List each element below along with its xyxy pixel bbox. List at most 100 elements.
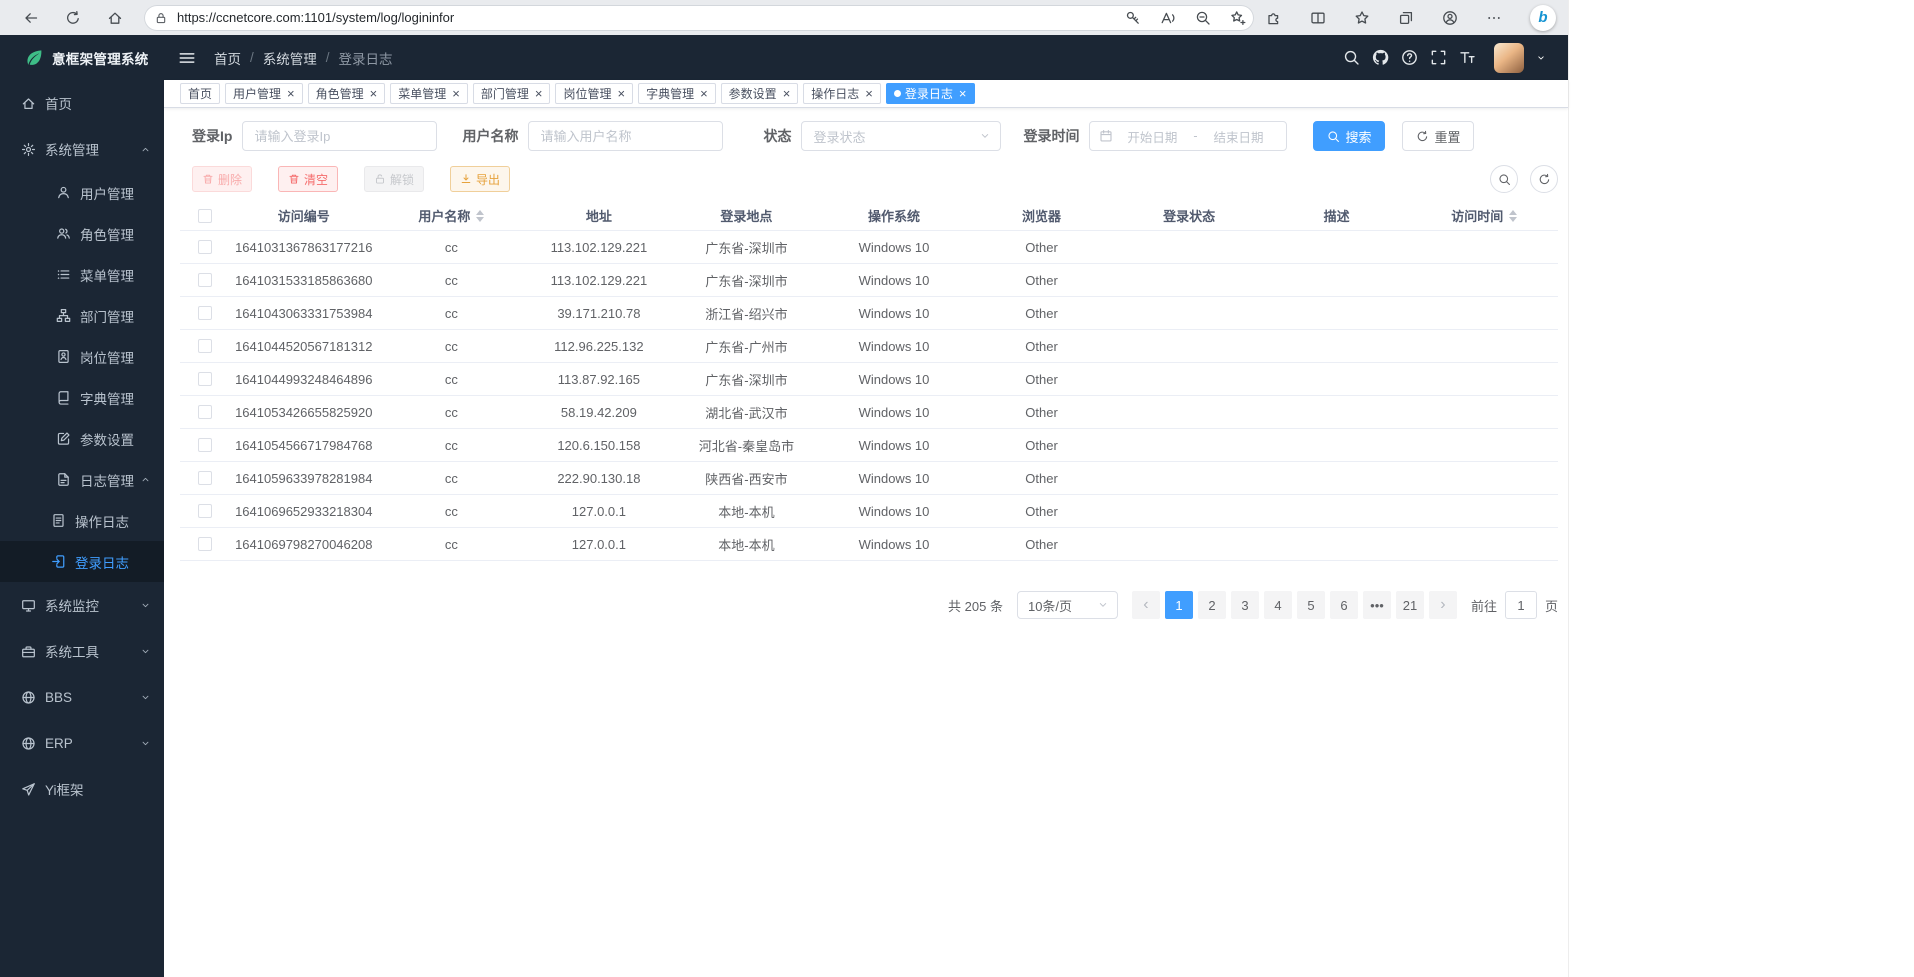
row-checkbox[interactable] [198,504,212,518]
add-favorite-icon[interactable] [1230,10,1246,26]
prev-page-button[interactable]: ‹ [1132,591,1160,619]
sidebar-item-home[interactable]: 首页 [0,80,164,126]
close-icon[interactable]: × [617,87,625,100]
unlock-button[interactable]: 解锁 [364,166,424,192]
user-name-input[interactable] [528,121,723,151]
hamburger-icon[interactable] [178,49,196,67]
sidebar-item-yi-framework[interactable]: Yi框架 [0,766,164,812]
breadcrumb-item[interactable]: 首页 [214,48,241,68]
tab-login-log[interactable]: 登录日志× [886,83,975,104]
status-select[interactable]: 登录状态 [801,121,1001,151]
sidebar-item-log-management[interactable]: 日志管理 [0,459,164,500]
zoom-out-icon[interactable] [1195,10,1211,26]
row-checkbox[interactable] [198,240,212,254]
tab-menu-management[interactable]: 菜单管理× [390,83,468,104]
sidebar-item-system-management[interactable]: 系统管理 [0,126,164,172]
sidebar-item-post-management[interactable]: 岗位管理 [0,336,164,377]
row-checkbox[interactable] [198,405,212,419]
sidebar-item-bbs[interactable]: BBS [0,674,164,720]
tab-home[interactable]: 首页 [180,83,220,104]
page-button[interactable]: 3 [1231,591,1259,619]
search-button[interactable]: 搜索 [1313,121,1385,151]
app-logo[interactable]: 意框架管理系统 [0,35,164,80]
sidebar-item-role-management[interactable]: 角色管理 [0,213,164,254]
tab-department-management[interactable]: 部门管理× [473,83,551,104]
page-button[interactable]: 4 [1264,591,1292,619]
back-icon[interactable] [23,10,39,26]
page-button[interactable]: 21 [1396,591,1424,619]
date-range-picker[interactable]: 开始日期 - 结束日期 [1089,121,1287,151]
close-icon[interactable]: × [452,87,460,100]
tab-parameter-settings[interactable]: 参数设置× [721,83,799,104]
split-screen-icon[interactable] [1310,10,1326,26]
read-aloud-icon[interactable] [1160,10,1176,26]
close-icon[interactable]: × [370,87,378,100]
collections-icon[interactable] [1398,10,1414,26]
row-checkbox[interactable] [198,339,212,353]
page-button[interactable]: 2 [1198,591,1226,619]
page-button[interactable]: 6 [1330,591,1358,619]
row-checkbox[interactable] [198,372,212,386]
breadcrumb-item[interactable]: 系统管理 [263,48,317,68]
login-ip-input[interactable] [242,121,437,151]
close-icon[interactable]: × [959,87,967,100]
sidebar-item-erp[interactable]: ERP [0,720,164,766]
row-checkbox[interactable] [198,306,212,320]
reset-button[interactable]: 重置 [1402,121,1474,151]
user-avatar[interactable] [1494,43,1524,73]
sidebar-item-system-monitor[interactable]: 系统监控 [0,582,164,628]
search-icon[interactable] [1343,49,1360,66]
row-checkbox[interactable] [198,537,212,551]
delete-button[interactable]: 删除 [192,166,252,192]
sidebar-item-user-management[interactable]: 用户管理 [0,172,164,213]
select-all-checkbox[interactable] [198,209,212,223]
extensions-icon[interactable] [1266,10,1282,26]
row-checkbox[interactable] [198,471,212,485]
close-icon[interactable]: × [865,87,873,100]
reload-icon[interactable] [65,10,81,26]
github-icon[interactable] [1372,49,1389,66]
more-pages-button[interactable]: ••• [1363,591,1391,619]
close-icon[interactable]: × [783,87,791,100]
tab-post-management[interactable]: 岗位管理× [555,83,633,104]
sidebar-item-department-management[interactable]: 部门管理 [0,295,164,336]
close-icon[interactable]: × [535,87,543,100]
tab-dict-management[interactable]: 字典管理× [638,83,716,104]
close-icon[interactable]: × [700,87,708,100]
bing-copilot-icon[interactable]: b [1530,5,1556,31]
address-bar[interactable]: https://ccnetcore.com:1101/system/log/lo… [144,5,1254,31]
sidebar-item-operation-log[interactable]: 操作日志 [0,500,164,541]
close-icon[interactable]: × [287,87,295,100]
row-checkbox[interactable] [198,438,212,452]
key-icon[interactable] [1125,10,1141,26]
table-cell: 127.0.0.1 [525,537,673,552]
sidebar-item-parameter-settings[interactable]: 参数设置 [0,418,164,459]
tab-user-management[interactable]: 用户管理× [225,83,303,104]
sort-icons[interactable] [476,210,484,222]
profile-icon[interactable] [1442,10,1458,26]
next-page-button[interactable]: › [1429,591,1457,619]
sidebar-item-menu-management[interactable]: 菜单管理 [0,254,164,295]
row-checkbox[interactable] [198,273,212,287]
goto-page-input[interactable] [1505,591,1537,619]
home-icon[interactable] [107,10,123,26]
sidebar-item-system-tools[interactable]: 系统工具 [0,628,164,674]
page-size-select[interactable]: 10条/页 [1017,591,1118,619]
fullscreen-icon[interactable] [1430,49,1447,66]
favorites-icon[interactable] [1354,10,1370,26]
sort-icons[interactable] [1509,210,1517,222]
page-button[interactable]: 1 [1165,591,1193,619]
more-icon[interactable] [1486,10,1502,26]
refresh-toggle-button[interactable] [1530,165,1558,193]
url-text[interactable]: https://ccnetcore.com:1101/system/log/lo… [177,10,1117,25]
sidebar-item-dict-management[interactable]: 字典管理 [0,377,164,418]
tab-operation-log[interactable]: 操作日志× [803,83,881,104]
question-icon[interactable] [1401,49,1418,66]
tab-role-management[interactable]: 角色管理× [308,83,386,104]
font-size-icon[interactable] [1459,49,1476,66]
clear-button[interactable]: 清空 [278,166,338,192]
export-button[interactable]: 导出 [450,166,510,192]
page-button[interactable]: 5 [1297,591,1325,619]
search-toggle-button[interactable] [1490,165,1518,193]
sidebar-item-login-log[interactable]: 登录日志 [0,541,164,582]
